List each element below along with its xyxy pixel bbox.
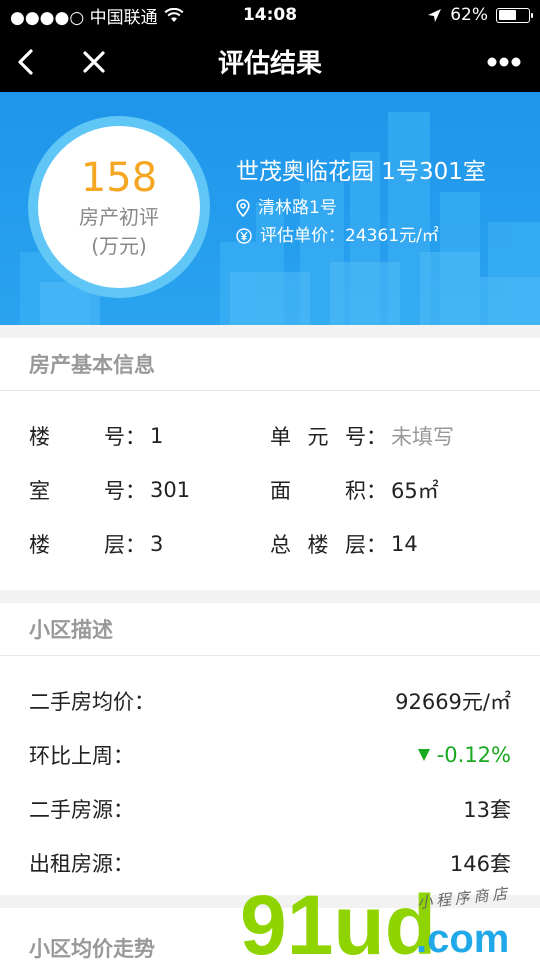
carrier-text: ●●●●○ 中国联通 (10, 7, 158, 28)
location-pin-icon (236, 199, 250, 217)
info-key: 楼层 (29, 533, 125, 557)
back-button[interactable] (6, 42, 46, 82)
basic-info-grid: 楼号： 1 单元号： 未填写 室号： 301 面积： 65㎡ 楼层： 3 总楼层… (0, 391, 540, 571)
battery-percent: 62% (450, 5, 488, 25)
valuation-score-badge: 158 房产初评 (万元) (28, 116, 210, 298)
property-name: 世茂奥临花园 1号301室 (236, 159, 486, 185)
nav-bar: 评估结果 (0, 30, 540, 92)
battery-fill (498, 10, 517, 20)
basic-info-section: 房产基本信息 楼号： 1 单元号： 未填写 室号： 301 面积： 65㎡ 楼层… (0, 338, 540, 590)
watermark-brand: 91ud (240, 878, 436, 960)
row-value: -0.12% (436, 743, 511, 767)
info-key: 面积 (270, 479, 366, 503)
score-unit: (万元) (91, 234, 147, 258)
info-building: 楼号： 1 (29, 409, 270, 463)
basic-info-title: 房产基本信息 (0, 338, 540, 391)
row-value: 13套 (463, 798, 511, 822)
info-key: 总楼层 (270, 533, 366, 557)
row-label: 出租房源： (29, 852, 134, 876)
info-floor: 楼层： 3 (29, 517, 270, 571)
resale-listings-row: 二手房源： 13套 (29, 782, 511, 836)
watermark-domain: .com (416, 917, 509, 960)
address-line: 清林路1号 (236, 194, 526, 222)
colon: ： (125, 479, 146, 503)
info-key: 楼号 (29, 425, 125, 449)
yuan-icon (236, 228, 252, 244)
status-bar: ●●●●○ 中国联通 14:08 62% (0, 0, 540, 30)
location-arrow-icon (428, 8, 442, 22)
info-key: 单元号 (270, 425, 366, 449)
info-unit: 单元号： 未填写 (270, 409, 511, 463)
more-dots-icon (487, 57, 521, 67)
week-change-row: 环比上周： -0.12% (29, 728, 511, 782)
battery-icon (496, 7, 533, 23)
info-value: 65㎡ (391, 479, 439, 503)
wifi-icon (164, 7, 184, 22)
status-right: 62% (427, 5, 533, 25)
close-button[interactable] (74, 42, 114, 82)
row-label: 环比上周： (29, 744, 134, 768)
more-button[interactable] (484, 42, 524, 82)
score-inner-circle: 158 房产初评 (万元) (38, 126, 200, 288)
valuation-hero: 158 房产初评 (万元) 世茂奥临花园 1号301室 清林路1号 评估单价：2… (0, 92, 540, 325)
community-rows: 二手房均价： 92669元/㎡ 环比上周： -0.12% 二手房源： 13套 出… (0, 656, 540, 890)
info-key: 室号 (29, 479, 125, 503)
info-value: 未填写 (391, 425, 454, 449)
close-icon (83, 51, 105, 73)
info-value: 14 (391, 532, 418, 556)
colon: ： (366, 533, 387, 557)
community-title: 小区描述 (0, 603, 540, 656)
info-value: 1 (150, 424, 164, 448)
colon: ： (366, 425, 387, 449)
unit-price-text: 评估单价：24361元/㎡ (260, 226, 439, 246)
down-triangle-icon (417, 749, 430, 761)
info-value: 3 (150, 532, 164, 556)
community-section: 小区描述 二手房均价： 92669元/㎡ 环比上周： -0.12% 二手房源： … (0, 603, 540, 895)
info-value: 301 (150, 478, 191, 502)
info-total-floors: 总楼层： 14 (270, 517, 511, 571)
score-value: 158 (80, 155, 158, 201)
colon: ： (125, 425, 146, 449)
status-left: ●●●●○ 中国联通 (10, 3, 427, 28)
score-label: 房产初评 (79, 205, 159, 229)
row-value: 92669元/㎡ (395, 690, 511, 714)
site-watermark-logo: 91ud .com 小 程 序 商 店 (240, 878, 510, 960)
info-room: 室号： 301 (29, 463, 270, 517)
week-change-value: -0.12% (417, 743, 511, 767)
avg-price-row: 二手房均价： 92669元/㎡ (29, 674, 511, 728)
info-area: 面积： 65㎡ (270, 463, 511, 517)
unit-price-line: 评估单价：24361元/㎡ (236, 222, 526, 250)
row-label: 二手房源： (29, 798, 134, 822)
property-summary: 世茂奥临花园 1号301室 清林路1号 评估单价：24361元/㎡ (236, 150, 526, 250)
row-value: 146套 (449, 852, 511, 876)
chevron-left-icon (18, 49, 33, 75)
address-text: 清林路1号 (258, 198, 337, 218)
row-label: 二手房均价： (29, 690, 155, 714)
colon: ： (366, 479, 387, 503)
colon: ： (125, 533, 146, 557)
